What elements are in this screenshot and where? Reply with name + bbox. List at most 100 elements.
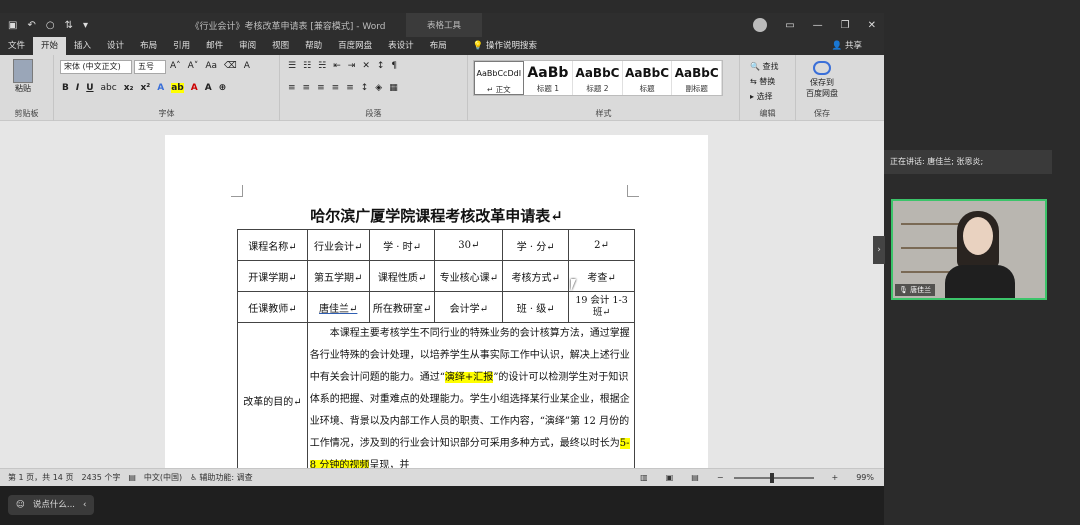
align-center-icon[interactable]: ≡ (303, 83, 311, 93)
tab-home[interactable]: 开始 (33, 37, 67, 55)
redo-icon[interactable]: ○ (46, 20, 55, 31)
chinese-layout-icon[interactable]: ✕ (362, 61, 370, 71)
share-button[interactable]: 👤 共享 (824, 37, 870, 55)
table-cell[interactable]: 30↵ (434, 229, 504, 261)
sort-icon[interactable]: ⇅ (65, 20, 73, 31)
table-cell[interactable]: 所在教研室↵ (368, 291, 436, 323)
close-icon[interactable]: ✕ (868, 20, 876, 31)
table-cell[interactable]: 第五学期↵ (306, 260, 370, 292)
tab-view[interactable]: 视图 (264, 37, 297, 55)
tab-file[interactable]: 文件 (0, 37, 33, 55)
web-layout-icon[interactable]: ▤ (691, 473, 699, 482)
tab-table-design[interactable]: 表设计 (380, 37, 422, 55)
proofing-icon[interactable]: ▤ (128, 473, 136, 482)
tab-references[interactable]: 引用 (165, 37, 198, 55)
clear-format-icon[interactable]: ⌫ (224, 61, 237, 71)
table-cell[interactable]: 开课学期↵ (237, 260, 308, 292)
page-count[interactable]: 第 1 页，共 14 页 (8, 472, 73, 483)
tell-me-search[interactable]: 💡 操作说明搜索 (465, 37, 545, 55)
sort-az-icon[interactable]: ↕ (377, 61, 385, 71)
chevron-left-icon[interactable]: ‹ (83, 495, 86, 515)
font-color-icon[interactable]: A (191, 83, 198, 93)
ribbon-display-icon[interactable]: ▭ (785, 20, 794, 31)
justify-icon[interactable]: ≡ (332, 83, 340, 93)
char-border-icon[interactable]: A (244, 61, 250, 71)
show-marks-icon[interactable]: ¶ (391, 61, 397, 71)
minimize-icon[interactable]: — (813, 20, 823, 31)
print-layout-icon[interactable]: ▣ (666, 473, 674, 482)
table-cell[interactable]: 专业核心课↵ (434, 260, 504, 292)
bold-icon[interactable]: B (62, 83, 69, 93)
emoji-icon[interactable]: ☺ (16, 495, 25, 515)
document-canvas[interactable]: 哈尔滨广厦学院课程考核改革申请表↵ 课程名称↵ 行业会计↵ 学 · 时↵ 30↵… (0, 121, 884, 468)
line-spacing-icon[interactable]: ↕ (361, 83, 369, 93)
tab-baidu[interactable]: 百度网盘 (330, 37, 380, 55)
word-count[interactable]: 2435 个字 (81, 472, 120, 483)
read-mode-icon[interactable]: ▥ (640, 473, 648, 482)
table-cell[interactable]: 班 · 级↵ (502, 291, 570, 323)
table-cell[interactable]: 考核方式↵ (502, 260, 570, 292)
underline-icon[interactable]: U (86, 83, 93, 93)
font-name-select[interactable]: 宋体 (中文正文) (60, 60, 132, 74)
zoom-out-icon[interactable]: − (717, 473, 724, 482)
table-cell[interactable]: 行业会计↵ (306, 229, 370, 261)
decrease-indent-icon[interactable]: ⇤ (333, 61, 341, 71)
change-case-icon[interactable]: Aa (205, 61, 217, 71)
zoom-slider-thumb[interactable] (769, 472, 774, 483)
participant-video-tile[interactable]: 🎙 唐佳兰 (891, 199, 1047, 300)
table-cell[interactable]: 课程性质↵ (368, 260, 436, 292)
zoom-in-icon[interactable]: + (832, 473, 839, 482)
table-cell[interactable]: 学 · 时↵ (368, 229, 436, 261)
superscript-icon[interactable]: x² (140, 83, 150, 93)
shading-icon[interactable]: A (205, 83, 212, 93)
strikethrough-icon[interactable]: abc (101, 83, 117, 93)
font-size-select[interactable]: 五号 (134, 60, 166, 74)
table-cell[interactable]: 课程名称↵ (237, 229, 308, 261)
align-left-icon[interactable]: ≡ (288, 83, 296, 93)
undo-icon[interactable]: ↶ (27, 20, 35, 31)
table-cell[interactable]: 学 · 分↵ (502, 229, 570, 261)
purpose-label-cell[interactable]: 改革的目的↵ (237, 322, 308, 468)
purpose-text-cell[interactable]: 本课程主要考核学生不同行业的特殊业务的会计核算方法，通过掌握各行业特殊的会计处理… (306, 322, 636, 468)
table-cell[interactable]: 19 会计 1-3 班↵ (568, 291, 635, 323)
tab-help[interactable]: 帮助 (297, 37, 330, 55)
highlight-icon[interactable]: ab (171, 83, 184, 93)
numbering-icon[interactable]: ☷ (303, 61, 311, 71)
style-subtitle[interactable]: AaBbC 副标题 (672, 61, 722, 95)
avatar[interactable] (753, 18, 768, 32)
style-normal[interactable]: AaBbCcDdI ↵ 正文 (474, 61, 524, 95)
increase-indent-icon[interactable]: ⇥ (348, 61, 356, 71)
tab-layout[interactable]: 布局 (132, 37, 165, 55)
text-effects-icon[interactable]: A (157, 83, 164, 93)
style-heading-1[interactable]: AaBb 标题 1 (524, 61, 574, 95)
table-cell[interactable]: 2↵ (568, 229, 635, 261)
language[interactable]: 中文(中国) (144, 472, 182, 483)
distribute-icon[interactable]: ≡ (346, 83, 354, 93)
collapse-panel-icon[interactable]: › (873, 236, 885, 264)
document-page[interactable]: 哈尔滨广厦学院课程考核改革申请表↵ 课程名称↵ 行业会计↵ 学 · 时↵ 30↵… (165, 135, 708, 468)
bullets-icon[interactable]: ☰ (288, 61, 296, 71)
shading-fill-icon[interactable]: ◈ (375, 83, 382, 93)
subscript-icon[interactable]: x₂ (124, 83, 134, 93)
application-table[interactable]: 课程名称↵ 行业会计↵ 学 · 时↵ 30↵ 学 · 分↵ 2↵ 开课学期↵ 第… (237, 229, 636, 468)
restore-icon[interactable]: ❐ (841, 20, 850, 31)
borders-icon[interactable]: ▦ (389, 83, 398, 93)
table-cell[interactable]: 会计学↵ (434, 291, 504, 323)
italic-icon[interactable]: I (76, 83, 79, 93)
table-cell[interactable]: 任课教师↵ (237, 291, 308, 323)
shrink-font-icon[interactable]: A˅ (188, 61, 199, 71)
tab-review[interactable]: 审阅 (231, 37, 264, 55)
tab-mailings[interactable]: 邮件 (198, 37, 231, 55)
paste-button[interactable]: 粘贴 (6, 59, 40, 94)
style-title[interactable]: AaBbC 标题 (623, 61, 673, 95)
tab-design[interactable]: 设计 (99, 37, 132, 55)
accessibility-icon[interactable]: ♿ (190, 473, 197, 482)
style-heading-2[interactable]: AaBbC 标题 2 (573, 61, 623, 95)
multilevel-icon[interactable]: ☵ (318, 61, 326, 71)
grow-font-icon[interactable]: A˄ (170, 61, 181, 71)
tab-insert[interactable]: 插入 (66, 37, 99, 55)
customize-qat-icon[interactable]: ▾ (83, 20, 88, 31)
zoom-level[interactable]: 99% (856, 473, 874, 482)
save-icon[interactable]: ▣ (8, 20, 17, 31)
tab-table-layout[interactable]: 布局 (422, 37, 455, 55)
